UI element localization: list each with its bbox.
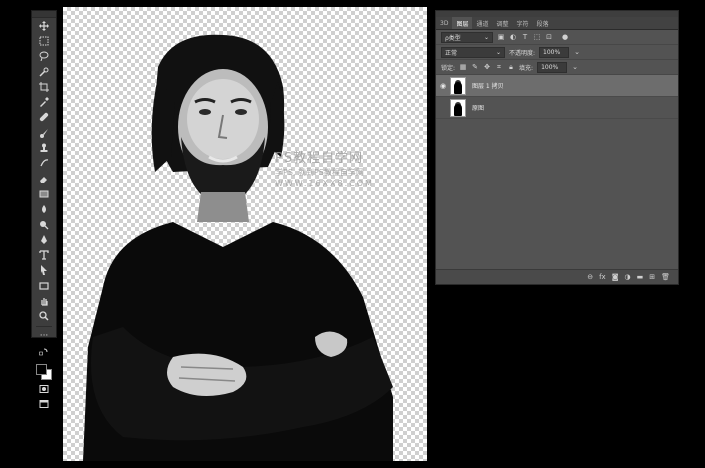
tools-panel-grip[interactable]	[32, 11, 56, 18]
lock-all-icon[interactable]: 🔒︎	[507, 63, 515, 72]
folder-icon[interactable]: ▬	[637, 273, 644, 281]
blend-mode-select[interactable]: 正常 ⌄	[441, 46, 505, 58]
person-cutout-image	[83, 34, 393, 461]
type-tool-icon[interactable]	[32, 247, 56, 262]
shape-filter-icon[interactable]: ⬚	[533, 33, 541, 41]
chevron-down-icon: ⌄	[483, 33, 489, 41]
tab-paragraph[interactable]: 段落	[533, 17, 553, 29]
eraser-tool-icon[interactable]	[32, 171, 56, 186]
smart-object-filter-icon[interactable]: ⊡	[545, 33, 553, 41]
layer-name: 图层 1 拷贝	[472, 83, 504, 90]
layer-row-original[interactable]: 原图	[436, 97, 678, 119]
layer-filter-row: ρ类型 ⌄ ▣ ◐ T ⬚ ⊡ ●	[436, 30, 678, 45]
panel-tabs: 3D 图层 通道 调整 字符 段落	[436, 17, 678, 30]
layers-panel: 3D 图层 通道 调整 字符 段落 ρ类型 ⌄ ▣ ◐ T ⬚ ⊡ ● 正常 ⌄ 不…	[435, 10, 679, 285]
quick-selection-tool-icon[interactable]	[32, 64, 56, 79]
history-brush-tool-icon[interactable]	[32, 156, 56, 171]
lock-transparent-icon[interactable]: ▦	[459, 63, 467, 71]
path-selection-tool-icon[interactable]	[32, 263, 56, 278]
screen-mode-icon[interactable]	[32, 397, 56, 412]
dodge-tool-icon[interactable]	[32, 217, 56, 232]
marquee-tool-icon[interactable]	[32, 33, 56, 48]
lock-label: 锁定:	[441, 64, 456, 72]
trash-icon[interactable]: 🗑︎	[661, 273, 670, 281]
layer-name: 原图	[472, 105, 485, 112]
healing-brush-tool-icon[interactable]	[32, 110, 56, 125]
fill-chevron-icon[interactable]: ⌄	[571, 63, 579, 71]
layer-thumbnail	[450, 76, 466, 95]
tab-channels[interactable]: 通道	[472, 17, 492, 29]
rectangle-tool-icon[interactable]	[32, 278, 56, 293]
pen-tool-icon[interactable]	[32, 232, 56, 247]
fx-icon[interactable]: fx	[599, 273, 606, 281]
opacity-label: 不透明度:	[509, 49, 536, 57]
opacity-value: 100%	[543, 48, 561, 56]
blur-tool-icon[interactable]	[32, 202, 56, 217]
crop-tool-icon[interactable]	[32, 79, 56, 94]
tools-panel: ···	[31, 10, 57, 409]
watermark-line-3: WWW.16XX8.COM	[275, 179, 374, 188]
watermark-line-2: 学PS, 就到PS教程自学网	[275, 168, 364, 177]
adjustment-filter-icon[interactable]: ◐	[509, 33, 517, 41]
tab-3d[interactable]: 3D	[436, 17, 452, 29]
link-icon[interactable]: ⊖	[587, 273, 593, 281]
lock-image-icon[interactable]: ✎	[471, 63, 479, 71]
brush-tool-icon[interactable]	[32, 125, 56, 140]
tab-layers[interactable]: 图层	[452, 17, 473, 29]
document-canvas[interactable]: PS教程自学网 学PS, 就到PS教程自学网 WWW.16XX8.COM	[63, 7, 427, 461]
move-tool-icon[interactable]	[32, 18, 56, 33]
layer-row-layer-1-copy[interactable]: ◉ 图层 1 拷贝	[436, 75, 678, 97]
lasso-tool-icon[interactable]	[32, 49, 56, 64]
lock-artboard-icon[interactable]: ⌗	[495, 63, 503, 72]
quick-mask-icon[interactable]	[32, 382, 56, 397]
opacity-chevron-icon[interactable]: ⌄	[573, 48, 581, 56]
fill-value: 100%	[541, 63, 559, 71]
opacity-input[interactable]: 100%	[539, 46, 570, 58]
fill-label: 填充:	[519, 64, 534, 72]
pixel-filter-icon[interactable]: ▣	[497, 33, 505, 41]
type-filter-icon[interactable]: T	[521, 33, 529, 41]
tab-character[interactable]: 字符	[512, 17, 532, 29]
filter-toggle-icon[interactable]: ●	[561, 33, 569, 41]
tab-adjustments[interactable]: 调整	[492, 17, 512, 29]
eyedropper-tool-icon[interactable]	[32, 94, 56, 109]
new-layer-icon[interactable]: ⊞	[649, 273, 655, 281]
hand-tool-icon[interactable]	[32, 293, 56, 308]
gradient-tool-icon[interactable]	[32, 186, 56, 201]
eye-icon[interactable]: ◉	[436, 82, 450, 90]
panel-footer: ⊖ fx ◙ ◑ ▬ ⊞ 🗑︎	[436, 269, 678, 284]
adjustment-icon[interactable]: ◑	[625, 273, 631, 281]
color-swatches[interactable]	[32, 360, 56, 382]
layer-filter-select[interactable]: ρ类型 ⌄	[441, 31, 493, 43]
blend-row: 正常 ⌄ 不透明度: 100% ⌄	[436, 45, 678, 60]
chevron-down-icon: ⌄	[495, 48, 501, 56]
clone-stamp-tool-icon[interactable]	[32, 140, 56, 155]
layer-thumbnail	[450, 98, 466, 117]
mask-icon[interactable]: ◙	[612, 273, 619, 281]
swap-colors-icon[interactable]	[32, 344, 56, 359]
watermark: PS教程自学网 学PS, 就到PS教程自学网 WWW.16XX8.COM	[275, 147, 374, 188]
zoom-tool-icon[interactable]	[32, 309, 56, 324]
more-tools-icon[interactable]: ···	[32, 329, 56, 344]
lock-row: 锁定: ▦ ✎ ✥ ⌗ 🔒︎ 填充: 100% ⌄	[436, 60, 678, 75]
watermark-line-1: PS教程自学网	[275, 151, 364, 166]
layer-filter-label: ρ类型	[445, 34, 461, 42]
foreground-color-swatch[interactable]	[36, 363, 47, 375]
tools-divider	[36, 325, 52, 327]
fill-input[interactable]: 100%	[537, 61, 568, 73]
lock-position-icon[interactable]: ✥	[483, 63, 491, 71]
blend-mode-value: 正常	[445, 49, 458, 57]
